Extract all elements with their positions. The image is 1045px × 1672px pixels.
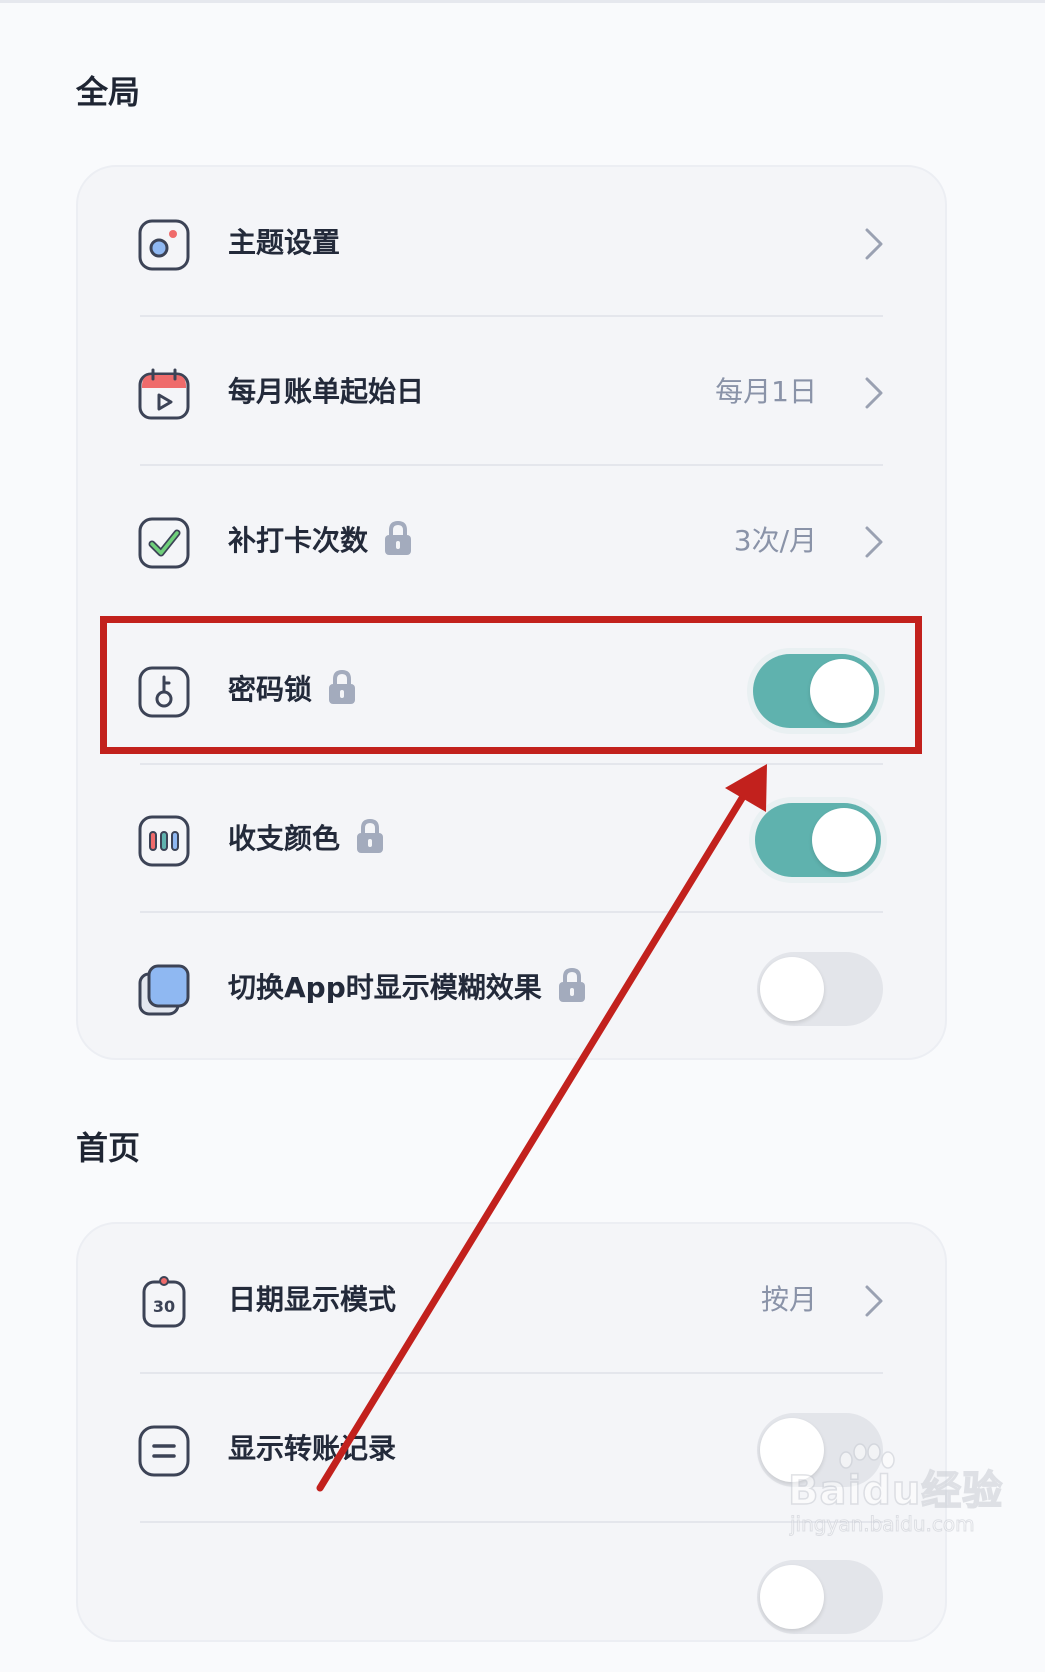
row-divider [140,763,883,765]
settings-row-blur-on-switch[interactable]: 切换App时显示模糊效果 [78,914,945,1062]
color-bars-icon [138,815,190,867]
settings-row-date-display-mode[interactable]: 30 日期显示模式 按月 [78,1226,945,1374]
settings-card-home: 30 日期显示模式 按月 显示转账记录 [76,1222,947,1642]
income-expense-color-toggle[interactable] [755,803,881,877]
check-icon [138,517,190,569]
blur-on-switch-toggle[interactable] [757,952,883,1026]
lock-icon [558,967,585,1002]
top-divider [0,0,1045,3]
chevron-right-icon [865,228,883,260]
calendar-icon [138,368,190,420]
theme-icon [138,219,190,271]
settings-value-bill-start-day: 每月1日 [715,375,817,408]
chevron-right-icon [865,1285,883,1317]
settings-label-makeup-checkin-text: 补打卡次数 [228,524,369,557]
toggle-knob [812,808,876,872]
chevron-right-icon [865,377,883,409]
settings-label-blur-on-switch-text: 切换App时显示模糊效果 [228,971,542,1004]
toggle-knob [760,957,824,1021]
chevron-right-icon [865,526,883,558]
settings-row-income-expense-color[interactable]: 收支颜色 [78,763,945,913]
settings-row-makeup-checkin[interactable]: 补打卡次数 3次/月 [78,467,945,615]
settings-row-theme[interactable]: 主题设置 [78,169,945,317]
section-title-home: 首页 [76,1129,141,1167]
settings-row-bill-start-day[interactable]: 每月账单起始日 每月1日 [78,318,945,466]
watermark: Baidu经验 jingyan.baidu.com [787,1443,1003,1544]
settings-label-date-display-mode: 日期显示模式 [228,1283,397,1316]
settings-card-global: 主题设置 每月账单起始日 每月1日 补打卡次数 3次/月 密码锁 收支颜色 切换… [76,165,947,1060]
lock-icon [385,520,412,555]
settings-label-show-transfers: 显示转账记录 [228,1432,397,1465]
watermark-brand: Baidu经验 [787,1467,1004,1515]
row-divider [140,464,883,466]
settings-label-bill-start-day: 每月账单起始日 [228,375,425,408]
row-divider [140,315,883,317]
annotation-highlight-box [100,616,922,754]
transfer-icon [138,1425,190,1477]
svg-text:30: 30 [153,1297,175,1316]
section-title-global: 全局 [76,73,141,111]
partial-row-toggle[interactable] [757,1560,883,1634]
row-divider [140,1521,883,1523]
settings-label-income-expense-color-text: 收支颜色 [228,822,341,855]
watermark-url: jingyan.baidu.com [790,1512,976,1537]
row-divider [140,911,883,913]
blur-window-icon [138,964,190,1016]
row-divider [140,1372,883,1374]
settings-value-date-display-mode: 按月 [760,1283,817,1316]
lock-icon [357,818,384,853]
settings-label-income-expense-color: 收支颜色 [228,818,384,859]
settings-value-makeup-checkin: 3次/月 [733,524,817,557]
settings-label-blur-on-switch: 切换App时显示模糊效果 [228,967,586,1008]
settings-label-makeup-checkin: 补打卡次数 [228,520,412,561]
date-30-icon: 30 [142,1276,186,1328]
settings-label-theme: 主题设置 [228,226,341,259]
settings-row-partial[interactable] [78,1524,945,1672]
toggle-knob [760,1565,824,1629]
